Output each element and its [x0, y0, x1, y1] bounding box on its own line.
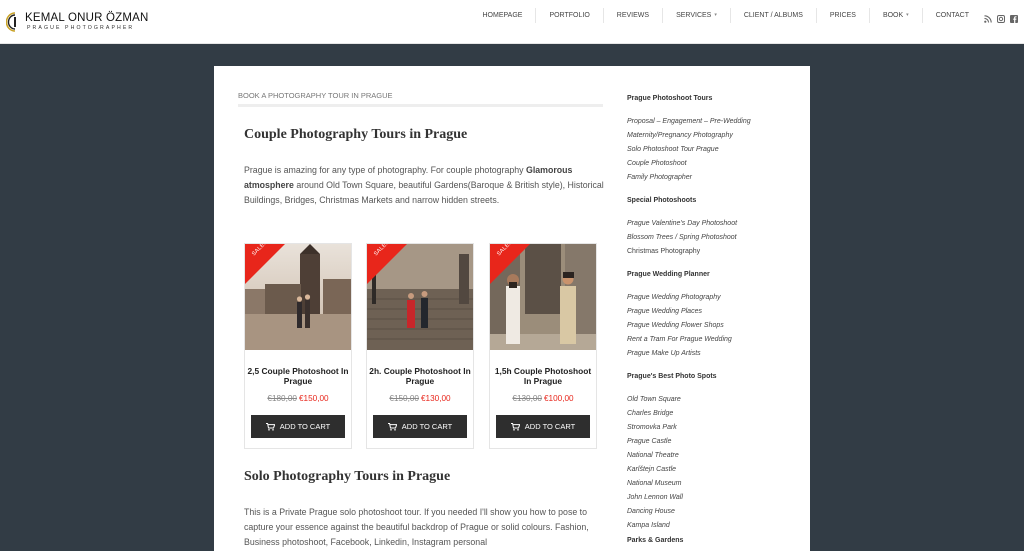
product-image[interactable]: SALE! — [490, 244, 596, 350]
logo-mark-icon — [6, 12, 16, 32]
section-title-couple: Couple Photography Tours in Prague — [244, 127, 468, 142]
product-card[interactable]: SALE! 2,5 Couple Photoshoot In Prague €1… — [244, 243, 352, 449]
product-card[interactable]: SALE! 1,5h Couple Photoshoot In Prague €… — [489, 243, 597, 449]
text-part: Prague is amazing for any type of photog… — [244, 165, 526, 175]
sidebar-link[interactable]: Proposal – Engagement – Pre-Wedding — [627, 118, 751, 125]
sidebar-link[interactable]: Solo Photoshoot Tour Prague — [627, 146, 719, 153]
product-title[interactable]: 2,5 Couple Photoshoot In Prague — [247, 366, 349, 386]
cart-icon — [265, 422, 275, 431]
sidebar-link[interactable]: Prague Castle — [627, 438, 671, 445]
nav-label: BOOK — [882, 11, 904, 19]
nav-label: PORTFOLIO — [549, 11, 590, 19]
add-to-cart-button[interactable]: ADD TO CART — [496, 415, 590, 438]
sidebar-link[interactable]: Prague Make Up Artists — [627, 350, 701, 357]
breadcrumb-divider — [238, 104, 603, 107]
cart-icon — [510, 422, 520, 431]
sidebar-link[interactable]: National Theatre — [627, 452, 679, 459]
product-price: €150,00 €130,00 — [367, 394, 473, 403]
nav-label: PRICES — [829, 11, 856, 19]
sidebar-link[interactable]: Karlštejn Castle — [627, 466, 676, 473]
nav-item-book[interactable]: BOOK ▾ — [868, 7, 922, 23]
sale-price: €100,00 — [544, 394, 574, 403]
nav-label: SERVICES — [676, 11, 712, 19]
sidebar-link[interactable]: Couple Photoshoot — [627, 160, 687, 167]
sidebar-link[interactable]: Old Town Square — [627, 396, 681, 403]
sale-badge: SALE! — [490, 244, 530, 284]
chevron-down-icon: ▾ — [714, 11, 717, 18]
sidebar-link[interactable]: Rent a Tram For Prague Wedding — [627, 336, 732, 343]
section-text-solo: This is a Private Prague solo photoshoot… — [244, 507, 589, 547]
sidebar-link[interactable]: John Lennon Wall — [627, 494, 683, 501]
sidebar-link[interactable]: Blossom Trees / Spring Photoshoot — [627, 234, 737, 241]
sidebar-heading[interactable]: Parks & Gardens — [627, 537, 683, 544]
sale-price: €130,00 — [421, 394, 451, 403]
sidebar-link[interactable]: Prague Wedding Places — [627, 308, 702, 315]
sidebar-link[interactable]: Kampa Island — [627, 522, 670, 529]
sidebar-link[interactable]: Christmas Photography — [627, 248, 700, 255]
sidebar-heading: Prague's Best Photo Spots — [627, 373, 717, 380]
product-image[interactable]: SALE! — [245, 244, 351, 350]
nav-label: HOMEPAGE — [482, 11, 523, 19]
sidebar-link[interactable]: National Museum — [627, 480, 681, 487]
sidebar-link[interactable]: Dancing House — [627, 508, 675, 515]
product-image[interactable]: SALE! — [367, 244, 473, 350]
sidebar-link[interactable]: Prague Wedding Flower Shops — [627, 322, 724, 329]
nav-label: CONTACT — [935, 11, 969, 19]
sale-price: €150,00 — [299, 394, 329, 403]
nav-item-homepage[interactable]: HOMEPAGE — [470, 8, 536, 23]
content-card: BOOK A PHOTOGRAPHY TOUR IN PRAGUE Couple… — [214, 66, 810, 551]
nav-item-client-albums[interactable]: CLIENT / ALBUMS — [729, 7, 816, 23]
sidebar-heading: Prague Wedding Planner — [627, 271, 710, 278]
old-price: €180,00 — [267, 394, 297, 403]
sale-badge: SALE! — [245, 244, 285, 284]
sidebar-link[interactable]: Maternity/Pregnancy Photography — [627, 132, 733, 139]
nav-label: CLIENT / ALBUMS — [743, 11, 803, 19]
old-price: €130,00 — [512, 394, 542, 403]
chevron-down-icon: ▾ — [906, 11, 909, 18]
facebook-icon[interactable] — [1010, 10, 1018, 23]
product-title[interactable]: 2h. Couple Photoshoot In Prague — [369, 366, 471, 386]
nav-item-portfolio[interactable]: PORTFOLIO — [535, 7, 602, 23]
sidebar-link[interactable]: Stromovka Park — [627, 424, 677, 431]
product-title[interactable]: 1,5h Couple Photoshoot In Prague — [492, 366, 594, 386]
site-logo[interactable]: KEMAL ONUR ÖZMAN PRAGUE PHOTOGRAPHER — [6, 10, 149, 34]
section-title-solo: Solo Photography Tours in Prague — [244, 469, 451, 484]
product-price: €130,00 €100,00 — [490, 394, 596, 403]
add-to-cart-label: ADD TO CART — [524, 422, 576, 431]
sidebar-link[interactable]: Prague Valentine's Day Photoshoot — [627, 220, 737, 227]
site-header: KEMAL ONUR ÖZMAN PRAGUE PHOTOGRAPHER HOM… — [0, 0, 1024, 44]
sidebar-heading: Special Photoshoots — [627, 197, 697, 204]
add-to-cart-button[interactable]: ADD TO CART — [373, 415, 467, 438]
sidebar-link[interactable]: Family Photographer — [627, 174, 692, 181]
add-to-cart-button[interactable]: ADD TO CART — [251, 415, 345, 438]
social-links — [984, 10, 1018, 23]
add-to-cart-label: ADD TO CART — [279, 422, 331, 431]
rss-icon[interactable] — [984, 10, 992, 23]
instagram-icon[interactable] — [997, 10, 1005, 23]
nav-item-prices[interactable]: PRICES — [815, 7, 869, 23]
nav-item-contact[interactable]: CONTACT — [921, 7, 982, 23]
main-nav: HOMEPAGE PORTFOLIO REVIEWS SERVICES ▾ CLI… — [470, 0, 983, 30]
breadcrumb: BOOK A PHOTOGRAPHY TOUR IN PRAGUE — [238, 91, 393, 100]
brand-tagline: PRAGUE PHOTOGRAPHER — [27, 25, 135, 31]
sidebar-link[interactable]: Charles Bridge — [627, 410, 673, 417]
cart-icon — [387, 422, 397, 431]
text-part: around Old Town Square, beautiful Garden… — [244, 180, 604, 205]
brand-name: KEMAL ONUR ÖZMAN — [25, 12, 149, 24]
old-price: €150,00 — [389, 394, 419, 403]
section-text-couple: Prague is amazing for any type of photog… — [244, 163, 604, 208]
sidebar-link[interactable]: Prague Wedding Photography — [627, 294, 721, 301]
nav-label: REVIEWS — [616, 11, 650, 19]
nav-item-services[interactable]: SERVICES ▾ — [662, 7, 730, 23]
nav-item-reviews[interactable]: REVIEWS — [602, 7, 662, 23]
sidebar-heading: Prague Photoshoot Tours — [627, 95, 713, 102]
add-to-cart-label: ADD TO CART — [401, 422, 453, 431]
product-price: €180,00 €150,00 — [245, 394, 351, 403]
product-card[interactable]: SALE! 2h. Couple Photoshoot In Prague €1… — [366, 243, 474, 449]
sale-badge: SALE! — [367, 244, 407, 284]
